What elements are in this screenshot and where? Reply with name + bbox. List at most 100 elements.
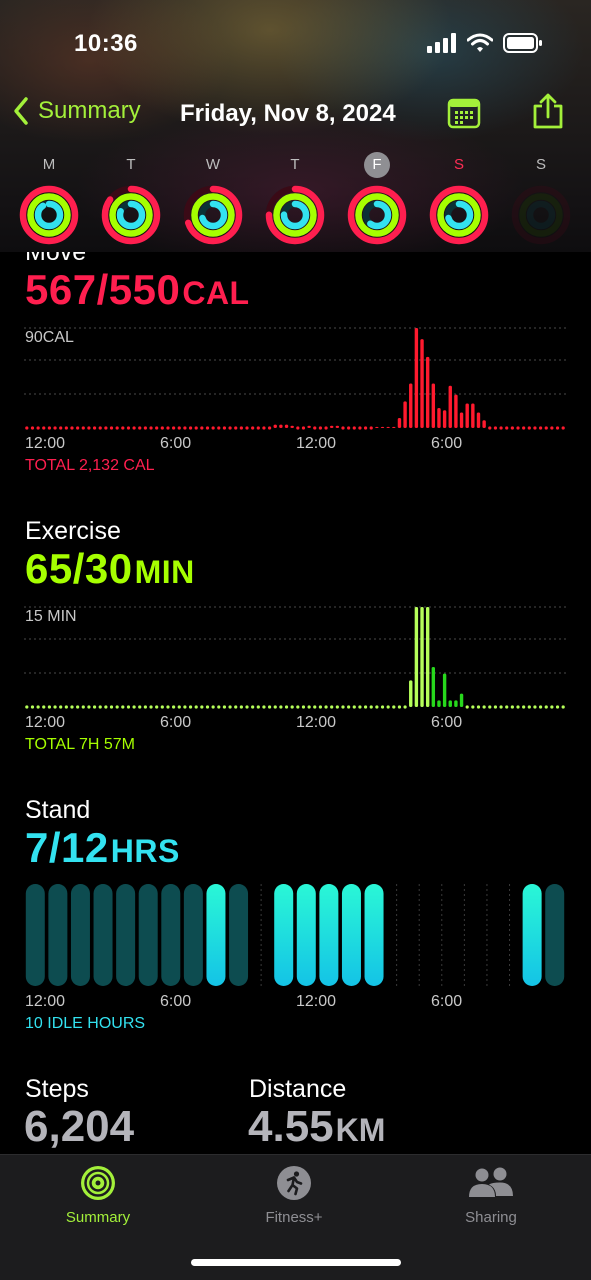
chart-baseline-dot	[25, 426, 29, 430]
chart-baseline-dot	[36, 426, 40, 430]
chart-baseline-dot	[155, 705, 159, 709]
day-monday[interactable]: M	[18, 152, 80, 246]
chart-baseline-dot	[284, 705, 289, 709]
cellular-signal-icon	[427, 33, 456, 53]
chart-baseline-dot	[555, 705, 560, 709]
chart-baseline-dot	[465, 705, 469, 709]
chart-baseline-dot	[70, 705, 74, 709]
chart-baseline-dot	[516, 705, 520, 709]
chart-baseline-dot	[205, 426, 210, 430]
chart-baseline-dot	[194, 705, 198, 709]
day-wednesday[interactable]: W	[182, 152, 244, 246]
day-letter: S	[535, 156, 546, 173]
chart-baseline-dot	[392, 705, 396, 709]
exercise-value: 65/30MIN	[25, 545, 195, 593]
share-icon[interactable]	[531, 92, 565, 130]
activity-rings-icon	[265, 185, 325, 245]
stand-hour-idle	[48, 884, 68, 986]
chart-bar	[375, 426, 379, 428]
tab-sharing[interactable]: Sharing	[431, 1165, 551, 1226]
chart-baseline-dot	[397, 705, 402, 709]
chart-baseline-dot	[217, 705, 221, 709]
navigation-bar: Summary Friday, Nov 8, 2024	[0, 93, 591, 136]
day-friday[interactable]: F	[346, 152, 408, 246]
chart-baseline-dot	[544, 705, 548, 709]
summary-content[interactable]: Move 567/550CAL 90CAL 12:00 6:00 12:00 6…	[0, 252, 591, 1154]
chart-baseline-dot	[239, 705, 243, 709]
chart-bar	[414, 328, 419, 428]
chart-baseline-dot	[126, 426, 131, 430]
chart-baseline-dot	[290, 705, 294, 709]
chart-baseline-dot	[30, 426, 35, 430]
chart-baseline-dot	[177, 426, 181, 430]
tab-label: Sharing	[465, 1209, 517, 1226]
stand-hour-idle	[183, 884, 203, 986]
chart-baseline-dot	[172, 705, 176, 709]
chart-bar	[459, 693, 464, 707]
chart-baseline-dot	[98, 705, 102, 709]
chart-baseline-dot	[352, 426, 356, 430]
back-button[interactable]: Summary	[12, 96, 141, 126]
move-value-number: 567/550	[25, 266, 181, 313]
chart-baseline-dot	[92, 426, 97, 430]
chart-baseline-dot	[222, 705, 227, 709]
chart-baseline-dot	[516, 426, 520, 430]
chart-bar	[420, 339, 424, 428]
move-axis-label: 6:00	[431, 435, 463, 452]
distance-value-number: 4.55	[248, 1102, 334, 1151]
stand-axis-label: 6:00	[160, 993, 192, 1010]
distance-value: 4.55KM	[248, 1102, 385, 1152]
chart-baseline-dot	[200, 426, 204, 430]
stand-unit: HRS	[110, 833, 180, 869]
tab-summary[interactable]: Summary	[38, 1165, 158, 1226]
chart-baseline-dot	[222, 426, 227, 430]
chart-bar	[454, 700, 458, 707]
day-saturday[interactable]: S	[428, 152, 490, 246]
chart-baseline-dot	[256, 426, 260, 430]
chart-baseline-dot	[301, 426, 306, 430]
chart-baseline-dot	[47, 426, 52, 430]
day-tuesday[interactable]: T	[100, 152, 162, 246]
chart-bar	[409, 383, 413, 428]
chart-baseline-dot	[296, 426, 300, 430]
chart-baseline-dot	[76, 426, 80, 430]
move-unit: CAL	[182, 275, 250, 311]
day-sunday[interactable]: S	[510, 152, 572, 246]
calendar-icon[interactable]	[447, 96, 481, 130]
stand-hour-idle	[545, 884, 565, 986]
day-thursday[interactable]: T	[264, 152, 326, 246]
chart-baseline-dot	[138, 426, 142, 430]
chart-baseline-dot	[42, 705, 46, 709]
chart-bar	[454, 394, 458, 428]
tab-fitness-plus[interactable]: Fitness+	[234, 1165, 354, 1226]
battery-icon	[503, 33, 542, 53]
chart-baseline-dot	[132, 705, 136, 709]
chart-baseline-dot	[149, 426, 153, 430]
header-area: 10:36 Summary Friday, Nov 8, 2024 M T W …	[0, 0, 591, 252]
chart-baseline-dot	[245, 426, 249, 430]
chart-baseline-dot	[217, 426, 221, 430]
chart-baseline-dot	[313, 426, 317, 430]
move-value: 567/550CAL	[25, 266, 250, 314]
chart-baseline-dot	[121, 705, 125, 709]
home-indicator	[191, 1259, 401, 1266]
chart-baseline-dot	[550, 705, 554, 709]
chart-baseline-dot	[143, 705, 147, 709]
chart-baseline-dot	[522, 426, 526, 430]
chart-baseline-dot	[104, 426, 108, 430]
chart-baseline-dot	[70, 426, 74, 430]
chart-bar	[409, 680, 413, 707]
steps-value: 6,204	[24, 1102, 135, 1151]
chart-baseline-dot	[59, 705, 63, 709]
chart-baseline-dot	[42, 426, 46, 430]
stand-ring-progress	[34, 200, 64, 230]
chart-baseline-dot	[81, 426, 85, 430]
day-letter: T	[126, 156, 136, 173]
stand-hour-idle	[93, 884, 113, 986]
chart-baseline-dot	[149, 705, 153, 709]
stand-ring-track	[526, 200, 556, 230]
stand-axis-label: 12:00	[296, 993, 337, 1010]
chart-baseline-dot	[544, 426, 548, 430]
chart-bar	[448, 700, 452, 707]
chart-baseline-dot	[64, 705, 68, 709]
